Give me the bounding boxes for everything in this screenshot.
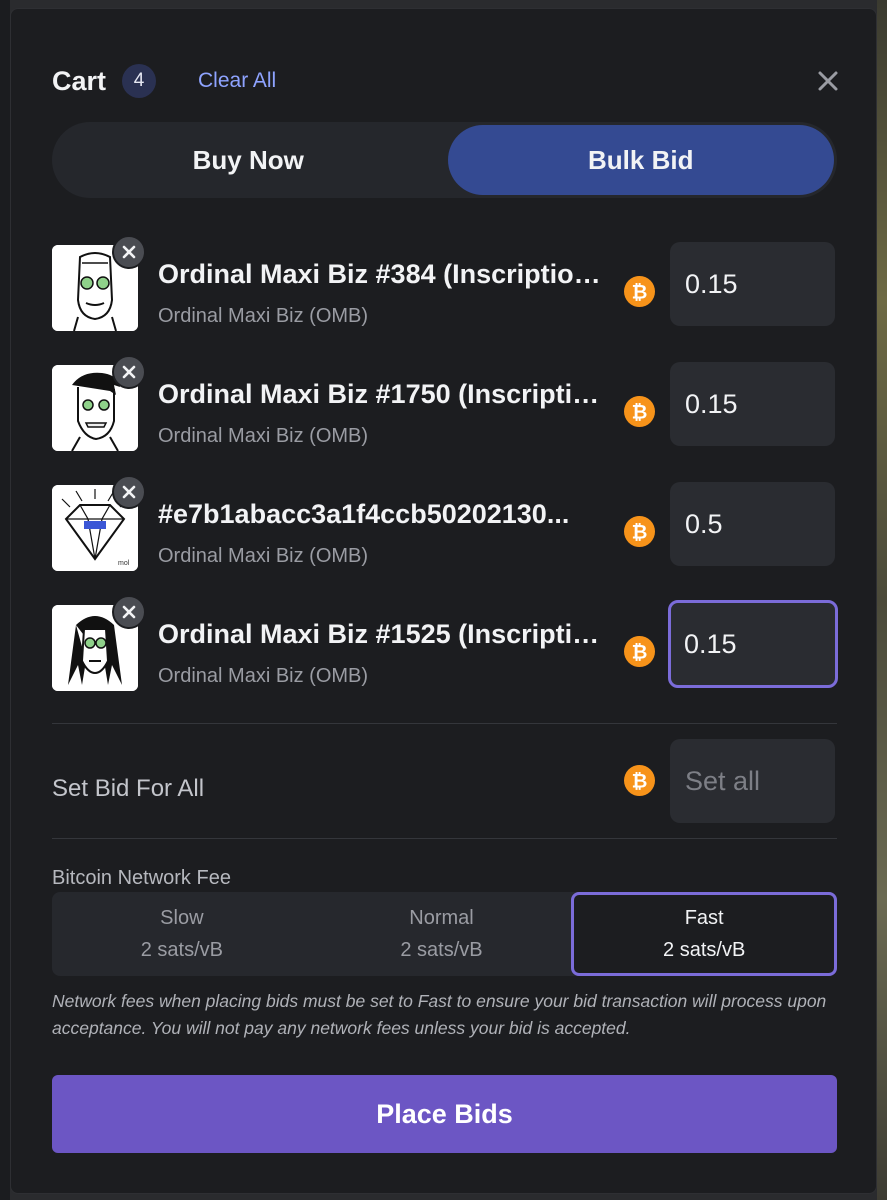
bitcoin-icon: ₿ [624, 636, 655, 667]
cart-title: Cart [52, 65, 107, 96]
cart-item-list: Ordinal Maxi Biz #384 (Inscription #...)… [52, 235, 838, 721]
remove-item-button[interactable] [112, 475, 146, 509]
page-backdrop [0, 0, 10, 1200]
network-fee-label: Bitcoin Network Fee [52, 867, 231, 889]
divider [52, 723, 837, 724]
svg-text:mol: mol [118, 560, 130, 567]
cart-item: Ordinal Maxi Biz #1525 (Inscription #...… [52, 595, 838, 721]
fee-option-fast[interactable]: Fast 2 sats/vB [571, 892, 838, 976]
network-fee-selector: Slow 2 sats/vB Normal 2 sats/vB Fast 2 s… [52, 892, 838, 976]
svg-text:₿: ₿ [632, 521, 648, 543]
divider [52, 838, 837, 839]
item-name[interactable]: #e7b1abacc3a1f4ccb50202130... [158, 499, 608, 530]
fee-option-name: Slow [160, 907, 204, 929]
remove-item-button[interactable] [112, 355, 146, 389]
fee-option-rate: 2 sats/vB [140, 939, 223, 961]
tab-bulk-bid[interactable]: Bulk Bid [447, 125, 834, 195]
background-image-strip [877, 0, 887, 1200]
mode-toggle: Buy Now Bulk Bid [52, 122, 837, 198]
bitcoin-icon: ₿ [624, 276, 655, 307]
set-all-input[interactable] [670, 739, 835, 823]
bid-input[interactable] [668, 600, 838, 688]
set-bid-for-all-label: Set Bid For All [52, 775, 205, 802]
remove-item-icon [122, 245, 136, 259]
item-name[interactable]: Ordinal Maxi Biz #384 (Inscription #...) [158, 259, 608, 290]
bid-input[interactable] [670, 482, 835, 566]
item-name[interactable]: Ordinal Maxi Biz #1525 (Inscription #...… [158, 619, 608, 650]
network-fee-note: Network fees when placing bids must be s… [52, 991, 827, 1038]
item-name[interactable]: Ordinal Maxi Biz #1750 (Inscription #...… [158, 379, 608, 410]
remove-item-icon [122, 485, 136, 499]
fee-option-rate: 2 sats/vB [663, 939, 746, 961]
bid-input[interactable] [670, 362, 835, 446]
cart-item: Ordinal Maxi Biz #384 (Inscription #...)… [52, 235, 837, 361]
fee-option-rate: 2 sats/vB [400, 939, 483, 961]
remove-item-icon [122, 605, 136, 619]
bitcoin-icon: ₿ [624, 396, 655, 427]
close-icon [818, 71, 838, 91]
bid-input[interactable] [670, 242, 835, 326]
close-button[interactable] [814, 67, 842, 95]
remove-item-icon [122, 365, 136, 379]
cart-header: Cart 4 Clear All [52, 59, 842, 103]
remove-item-button[interactable] [112, 595, 146, 629]
place-bids-button[interactable]: Place Bids [52, 1075, 837, 1153]
clear-all-button[interactable]: Clear All [198, 69, 276, 93]
fee-option-name: Fast [684, 907, 724, 929]
fee-option-normal[interactable]: Normal 2 sats/vB [312, 892, 572, 976]
cart-modal: Cart 4 Clear All Buy Now Bulk Bid Ordina… [10, 8, 877, 1194]
cart-item: Ordinal Maxi Biz #1750 (Inscription #...… [52, 355, 837, 481]
set-bid-for-all-row: Set Bid For All ₿ [52, 739, 837, 823]
item-collection: Ordinal Maxi Biz (OMB) [158, 665, 369, 687]
bitcoin-icon: ₿ [624, 516, 655, 547]
cart-item: mol #e7b1abacc3a1f4ccb50202130... Ordina… [52, 475, 837, 601]
svg-text:₿: ₿ [632, 770, 648, 792]
fee-option-name: Normal [409, 907, 474, 929]
svg-text:₿: ₿ [632, 401, 648, 423]
cart-count-badge: 4 [122, 64, 157, 98]
fee-option-slow[interactable]: Slow 2 sats/vB [52, 892, 312, 976]
bitcoin-icon: ₿ [624, 765, 655, 796]
svg-text:₿: ₿ [632, 641, 648, 663]
item-collection: Ordinal Maxi Biz (OMB) [158, 425, 369, 447]
remove-item-button[interactable] [112, 235, 146, 269]
tab-buy-now[interactable]: Buy Now [55, 125, 442, 195]
item-collection: Ordinal Maxi Biz (OMB) [158, 545, 369, 567]
svg-text:₿: ₿ [632, 281, 648, 303]
item-collection: Ordinal Maxi Biz (OMB) [158, 305, 369, 327]
